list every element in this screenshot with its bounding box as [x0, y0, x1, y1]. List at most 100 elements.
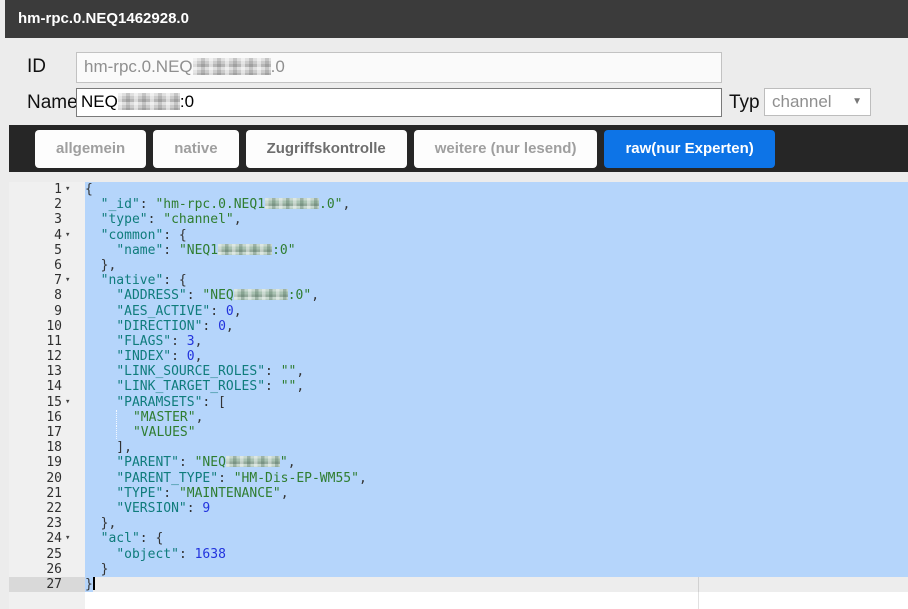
redacted-blur	[218, 243, 273, 255]
code-line[interactable]: 26 }	[9, 561, 908, 577]
id-label: ID	[27, 56, 46, 77]
fold-icon[interactable]: ▾	[62, 531, 85, 546]
code-line[interactable]: 22 "VERSION": 9	[9, 500, 908, 517]
code-line[interactable]: 20 "PARENT_TYPE": "HM-Dis-EP-WM55",	[9, 470, 908, 486]
code-text: "native": {	[85, 273, 908, 289]
code-line[interactable]: 2 "_id": "hm-rpc.0.NEQ1.0",	[9, 197, 908, 213]
code-text: }	[85, 561, 908, 577]
code-line[interactable]: 16 "MASTER",	[9, 409, 908, 425]
gutter-line-number: 25	[9, 546, 85, 562]
json-code-editor[interactable]: 1 ▾{2 "_id": "hm-rpc.0.NEQ1.0", 3 "type": …	[9, 182, 908, 609]
gutter-line-number: 14	[9, 379, 85, 395]
gutter-line-number: 18	[9, 440, 85, 456]
code-text: {	[85, 182, 908, 198]
gutter-line-number: 2	[9, 197, 85, 213]
code-line[interactable]: 13 "LINK_SOURCE_ROLES": "",	[9, 364, 908, 380]
code-line[interactable]: 17 "VALUES"	[9, 425, 908, 441]
type-select[interactable]: channel ▼	[764, 88, 871, 116]
fold-icon[interactable]: ▾	[62, 182, 85, 197]
code-line[interactable]: 8 "ADDRESS": "NEQ:0",	[9, 288, 908, 304]
gutter-line-number: 10	[9, 318, 85, 334]
code-line[interactable]: 21 "TYPE": "MAINTENANCE",	[9, 485, 908, 501]
code-text: "VERSION": 9	[85, 500, 908, 517]
gutter-line-number: 1 ▾	[9, 182, 85, 198]
type-select-value: channel	[772, 92, 832, 111]
gutter-line-number: 19	[9, 455, 85, 471]
code-lines: 1 ▾{2 "_id": "hm-rpc.0.NEQ1.0", 3 "type": …	[9, 182, 908, 593]
id-value-suffix: .0	[270, 57, 285, 76]
code-line[interactable]: 14 "LINK_TARGET_ROLES": "",	[9, 379, 908, 395]
code-line[interactable]: 6 },	[9, 257, 908, 274]
chevron-down-icon: ▼	[852, 96, 862, 107]
gutter-line-number: 24 ▾	[9, 531, 85, 547]
code-line[interactable]: 24 ▾ "acl": {	[9, 531, 908, 547]
code-text: "type": "channel",	[85, 212, 908, 228]
gutter-line-number: 26	[9, 561, 85, 577]
tab-allgemein[interactable]: allgemein	[35, 130, 147, 168]
type-label: Typ	[729, 92, 760, 113]
code-text: "FLAGS": 3,	[85, 333, 908, 350]
name-label: Name	[27, 92, 78, 113]
code-text: }	[85, 576, 908, 593]
code-text: "MASTER",	[85, 409, 908, 425]
gutter-line-number: 17	[9, 425, 85, 441]
code-line[interactable]: 25 "object": 1638	[9, 546, 908, 562]
code-text: "LINK_TARGET_ROLES": "",	[85, 379, 908, 395]
gutter-line-number: 15 ▾	[9, 394, 85, 410]
gutter-line-number: 3	[9, 212, 85, 228]
gutter-line-number: 5	[9, 242, 85, 258]
tab-native[interactable]: native	[153, 130, 239, 168]
code-line[interactable]: 12 "INDEX": 0,	[9, 349, 908, 365]
tab-raw[interactable]: raw(nur Experten)	[604, 130, 775, 168]
id-input[interactable]: hm-rpc.0.NEQ .0	[76, 52, 722, 83]
fold-icon[interactable]: ▾	[62, 395, 85, 410]
code-line[interactable]: 19 "PARENT": "NEQ ",	[9, 455, 908, 471]
redacted-blur	[233, 289, 288, 301]
dialog-titlebar: hm-rpc.0.NEQ1462928.0	[5, 0, 908, 38]
fold-icon[interactable]: ▾	[62, 273, 85, 288]
code-line[interactable]: 7 ▾ "native": {	[9, 273, 908, 289]
code-line[interactable]: 18 ],	[9, 440, 908, 456]
gutter-line-number: 13	[9, 364, 85, 380]
name-input[interactable]: NEQ:0	[76, 88, 722, 117]
gutter-line-number: 6	[9, 257, 85, 274]
fold-icon[interactable]: ▾	[62, 228, 85, 243]
gutter-line-number: 8	[9, 288, 85, 304]
gutter-line-number: 12	[9, 349, 85, 365]
code-line[interactable]: 11 "FLAGS": 3,	[9, 333, 908, 350]
code-line[interactable]: 15 ▾ "PARAMSETS": [	[9, 394, 908, 410]
tab-zugriffskontrolle[interactable]: Zugriffskontrolle	[245, 130, 407, 168]
code-text: ],	[85, 440, 908, 456]
code-text: "LINK_SOURCE_ROLES": "",	[85, 364, 908, 380]
gutter-line-number: 4 ▾	[9, 227, 85, 243]
code-line[interactable]: 9 "AES_ACTIVE": 0,	[9, 303, 908, 319]
code-text: "_id": "hm-rpc.0.NEQ1.0",	[85, 197, 908, 213]
code-text: "PARAMSETS": [	[85, 394, 908, 410]
redacted-blur	[225, 456, 280, 468]
code-line[interactable]: 3 "type": "channel",	[9, 212, 908, 228]
code-line[interactable]: 10 "DIRECTION": 0,	[9, 318, 908, 334]
redacted-blur	[192, 58, 271, 75]
id-value-prefix: hm-rpc.0.NEQ	[84, 57, 193, 76]
redacted-blur	[117, 93, 180, 110]
code-text: "name": "NEQ1:0"	[85, 242, 908, 258]
code-text: "AES_ACTIVE": 0,	[85, 303, 908, 319]
gutter-line-number: 21	[9, 485, 85, 501]
code-line[interactable]: 1 ▾{	[9, 182, 908, 198]
tab-weitere[interactable]: weitere (nur lesend)	[413, 130, 598, 168]
code-text: "PARENT_TYPE": "HM-Dis-EP-WM55",	[85, 470, 908, 486]
code-line[interactable]: 5 "name": "NEQ1:0"	[9, 242, 908, 258]
code-text: "VALUES"	[85, 425, 908, 441]
code-text: "TYPE": "MAINTENANCE",	[85, 485, 908, 501]
code-line[interactable]: 4 ▾ "common": {	[9, 227, 908, 243]
code-text: "object": 1638	[85, 546, 908, 562]
text-cursor	[92, 576, 95, 590]
code-text: "common": {	[85, 227, 908, 243]
code-line[interactable]: 27}	[9, 576, 908, 593]
gutter-line-number: 20	[9, 470, 85, 486]
dialog-title: hm-rpc.0.NEQ1462928.0	[18, 10, 189, 27]
code-text: "INDEX": 0,	[85, 349, 908, 365]
gutter-line-number: 22	[9, 500, 85, 517]
gutter-line-number: 7 ▾	[9, 273, 85, 289]
code-line[interactable]: 23 },	[9, 516, 908, 532]
